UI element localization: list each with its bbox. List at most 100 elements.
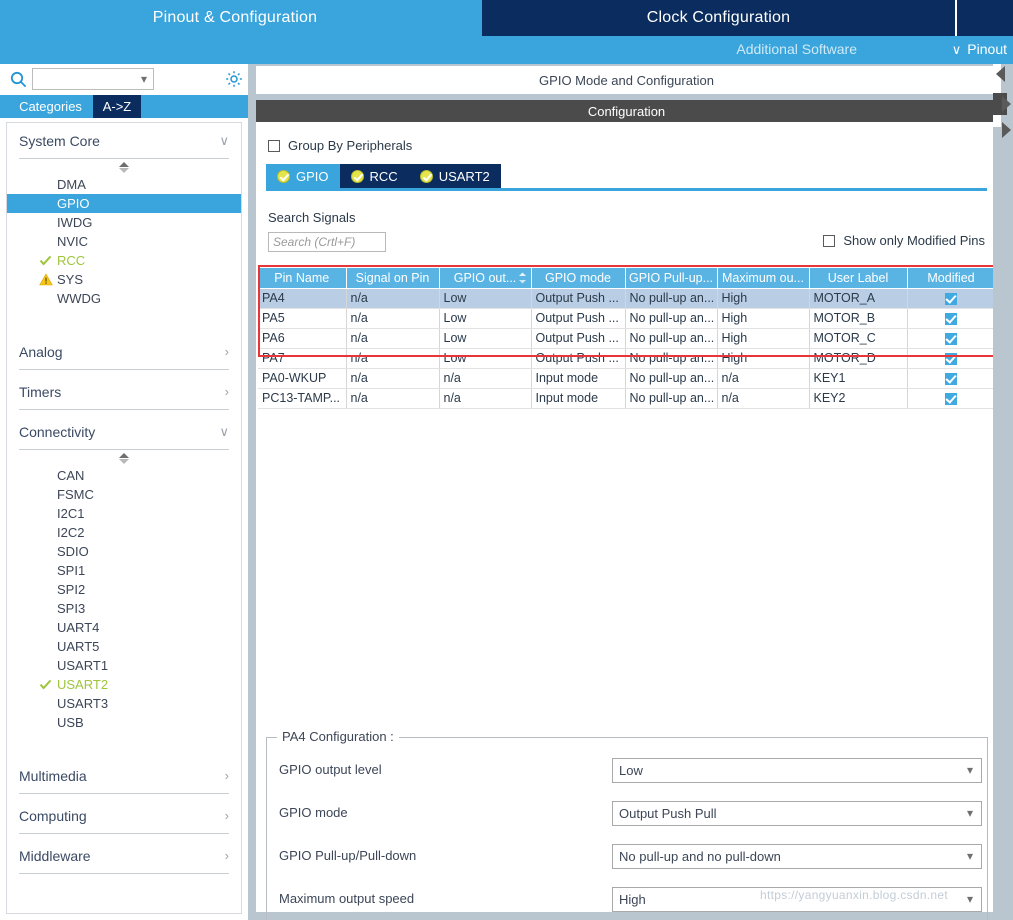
modified-checkbox[interactable]: [945, 392, 957, 405]
column-header-gpio-mode[interactable]: GPIO mode: [531, 268, 626, 289]
sidebar-item-sdio[interactable]: SDIO: [7, 542, 241, 561]
sidebar-item-usart3[interactable]: USART3: [7, 694, 241, 713]
cell-modified[interactable]: [907, 348, 996, 369]
gpio-pull-select[interactable]: No pull-up and no pull-down ▾: [612, 844, 982, 869]
search-signals-input[interactable]: Search (Crtl+F): [268, 232, 386, 252]
sidebar-item-dma[interactable]: DMA: [7, 175, 241, 194]
cell-pin-name: PA5: [258, 308, 347, 329]
sidebar-item-spi1[interactable]: SPI1: [7, 561, 241, 580]
sidebar-item-usart1[interactable]: USART1: [7, 656, 241, 675]
sidebar-group-timers[interactable]: Timers ›: [19, 374, 229, 410]
table-row[interactable]: PA4 n/a Low Output Push ... No pull-up a…: [258, 288, 996, 309]
configuration-card: Group By Peripherals GPIO RCC USART2 Sea…: [256, 122, 997, 920]
cell-modified[interactable]: [907, 328, 996, 349]
sidebar-item-iwdg[interactable]: IWDG: [7, 213, 241, 232]
cell-gpio-mode: Input mode: [531, 368, 626, 389]
modified-checkbox[interactable]: [945, 292, 957, 305]
sidebar-tab-categories[interactable]: Categories: [8, 95, 93, 118]
gpio-output-level-select[interactable]: Low ▾: [612, 758, 982, 783]
sidebar-search-combo[interactable]: ▾: [32, 68, 154, 90]
group-by-peripherals-checkbox[interactable]: [268, 139, 280, 152]
field-label: GPIO output level: [279, 762, 382, 777]
cell-modified[interactable]: [907, 368, 996, 389]
sidebar-item-gpio[interactable]: GPIO: [7, 194, 241, 213]
column-header-gpio-output-level[interactable]: GPIO out...: [439, 268, 532, 289]
cell-out-level: n/a: [439, 388, 532, 409]
sidebar-item-i2c1[interactable]: I2C1: [7, 504, 241, 523]
sidebar-item-spi3[interactable]: SPI3: [7, 599, 241, 618]
modified-checkbox[interactable]: [945, 352, 957, 365]
tab-clock-configuration-label: Clock Configuration: [646, 9, 791, 26]
table-row[interactable]: PA5 n/a Low Output Push ... No pull-up a…: [258, 308, 996, 329]
column-header-signal-on-pin[interactable]: Signal on Pin: [346, 268, 440, 289]
sidebar-group-multimedia[interactable]: Multimedia ›: [19, 758, 229, 794]
pin-detail-legend: PA4 Configuration :: [277, 729, 399, 744]
chevron-down-icon: ▾: [966, 892, 973, 906]
cell-out-level: Low: [439, 328, 532, 349]
modified-checkbox[interactable]: [945, 372, 957, 385]
sidebar-item-spi2[interactable]: SPI2: [7, 580, 241, 599]
expand-right-arrow-icon-2[interactable]: [1002, 122, 1011, 138]
sidebar-item-nvic[interactable]: NVIC: [7, 232, 241, 251]
sidebar-item-label: CAN: [57, 468, 85, 483]
chevron-down-icon[interactable]: ▾: [141, 72, 147, 86]
modified-checkbox[interactable]: [945, 332, 957, 345]
pinout-dropdown-button[interactable]: ∨ Pinout: [952, 41, 1007, 57]
modified-checkbox[interactable]: [945, 312, 957, 325]
sidebar-group-connectivity[interactable]: Connectivity ∨: [19, 414, 229, 450]
sidebar-item-label: UART4: [57, 620, 100, 635]
scroll-up-down-indicator[interactable]: [7, 159, 241, 175]
sidebar-item-usart2[interactable]: USART2: [7, 675, 241, 694]
table-row[interactable]: PA6 n/a Low Output Push ... No pull-up a…: [258, 328, 996, 349]
sidebar-item-can[interactable]: CAN: [7, 466, 241, 485]
scroll-up-down-indicator-connectivity[interactable]: [7, 450, 241, 466]
sidebar-item-fsmc[interactable]: FSMC: [7, 485, 241, 504]
column-header-modified[interactable]: Modified: [907, 268, 996, 289]
sidebar-group-system-core[interactable]: System Core ∨: [19, 123, 229, 159]
sidebar-group-middleware[interactable]: Middleware ›: [19, 838, 229, 874]
chevron-right-icon: ›: [224, 768, 229, 783]
cell-modified[interactable]: [907, 388, 996, 409]
table-row[interactable]: PC13-TAMP... n/a n/a Input mode No pull-…: [258, 388, 996, 409]
table-row[interactable]: PA0-WKUP n/a n/a Input mode No pull-up a…: [258, 368, 996, 389]
sidebar-item-sys[interactable]: SYS: [7, 270, 241, 289]
cell-modified[interactable]: [907, 308, 996, 329]
tab-clock-configuration[interactable]: Clock Configuration: [482, 0, 955, 36]
additional-software-button[interactable]: Additional Software: [736, 41, 857, 57]
cell-signal: n/a: [346, 288, 440, 309]
gear-icon[interactable]: [224, 69, 244, 89]
tab-usart2[interactable]: USART2: [408, 164, 501, 188]
tab-rcc[interactable]: RCC: [339, 164, 409, 188]
sidebar-item-uart5[interactable]: UART5: [7, 637, 241, 656]
sidebar-search-input[interactable]: [33, 69, 133, 89]
configuration-band-label: Configuration: [587, 103, 666, 119]
sidebar-group-analog[interactable]: Analog ›: [19, 334, 229, 370]
sidebar-group-connectivity-label: Connectivity: [19, 423, 96, 440]
sidebar-item-wwdg[interactable]: WWDG: [7, 289, 241, 308]
sidebar-item-usb[interactable]: USB: [7, 713, 241, 732]
gpio-mode-select[interactable]: Output Push Pull ▾: [612, 801, 982, 826]
column-header-user-label[interactable]: User Label: [809, 268, 908, 289]
sidebar-tab-a-to-z[interactable]: A->Z: [93, 95, 141, 118]
sidebar-item-rcc[interactable]: RCC: [7, 251, 241, 270]
show-only-modified-pins-row[interactable]: Show only Modified Pins: [823, 233, 985, 248]
sidebar-item-uart4[interactable]: UART4: [7, 618, 241, 637]
sidebar-group-computing[interactable]: Computing ›: [19, 798, 229, 834]
sort-indicator-icon[interactable]: [518, 272, 527, 287]
sidebar-item-label: GPIO: [57, 196, 90, 211]
tab-gpio[interactable]: GPIO: [266, 164, 340, 188]
sidebar-item-i2c2[interactable]: I2C2: [7, 523, 241, 542]
cell-modified[interactable]: [907, 288, 996, 309]
tab-pinout-configuration[interactable]: Pinout & Configuration: [0, 0, 470, 36]
group-by-peripherals-row[interactable]: Group By Peripherals: [268, 138, 412, 153]
column-header-maximum-output-speed[interactable]: Maximum ou...: [717, 268, 810, 289]
table-row[interactable]: PA7 n/a Low Output Push ... No pull-up a…: [258, 348, 996, 369]
cell-speed: n/a: [717, 368, 810, 389]
gpio-mode-header-label: GPIO Mode and Configuration: [539, 72, 714, 88]
column-header-pin-name[interactable]: Pin Name: [258, 268, 347, 289]
column-header-gpio-pull-up[interactable]: GPIO Pull-up...: [625, 268, 718, 289]
tab-overflow-area[interactable]: [957, 0, 1013, 36]
show-only-modified-pins-checkbox[interactable]: [823, 234, 836, 247]
collapse-left-arrow-icon[interactable]: [996, 66, 1005, 82]
expand-right-arrow-icon[interactable]: [1002, 96, 1011, 112]
